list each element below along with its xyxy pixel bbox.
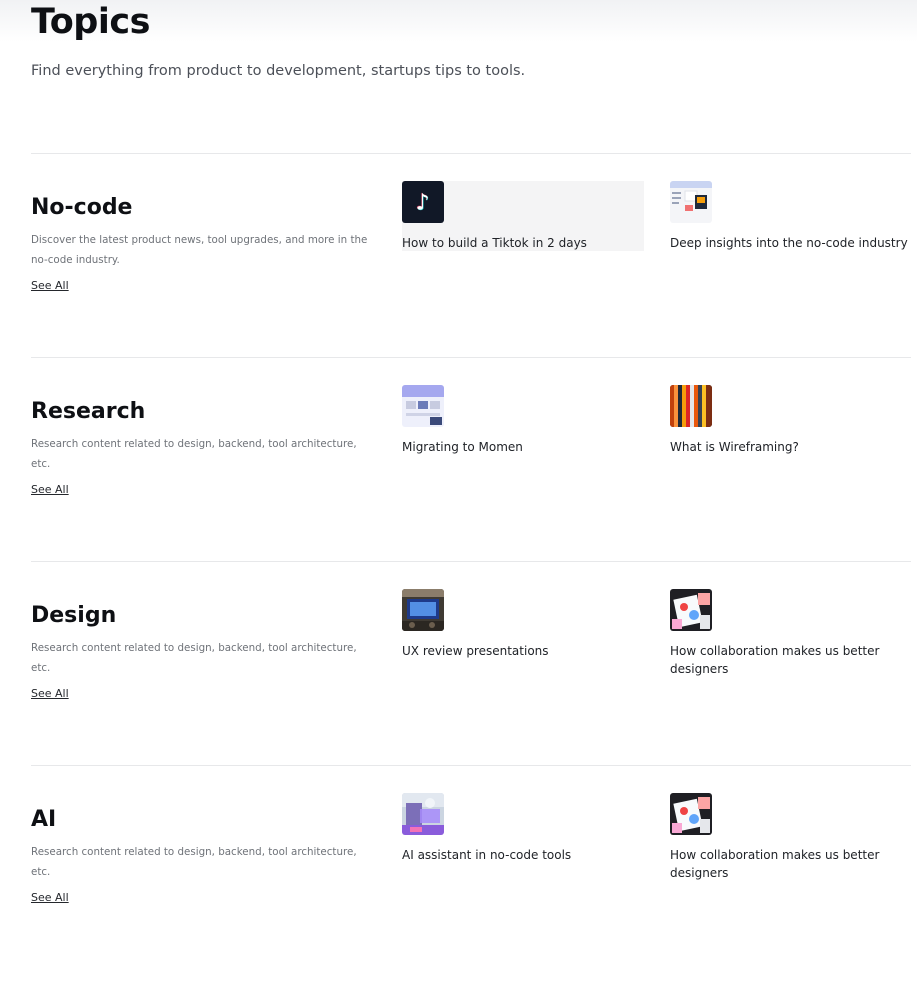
article-title: UX review presentations: [402, 644, 549, 658]
topic-section-research: Research Research content related to des…: [0, 385, 917, 579]
see-all-link[interactable]: See All: [31, 891, 69, 904]
section-description: Research content related to design, back…: [31, 438, 357, 470]
color-swatches-thumbnail: [670, 385, 712, 427]
topic-section-no-code: No-code Discover the latest product news…: [0, 181, 917, 375]
article-card[interactable]: ♪ ♪ ♪ How to build a Tiktok in 2 days: [402, 181, 644, 251]
presentation-thumbnail: [402, 589, 444, 631]
tiktok-icon: ♪ ♪ ♪: [402, 181, 444, 223]
section-divider: [31, 357, 911, 358]
section-divider: [31, 765, 911, 766]
article-card[interactable]: Deep insights into the no-code industry: [670, 181, 912, 251]
article-card[interactable]: How collaboration makes us better design…: [670, 793, 912, 880]
section-title: Research: [31, 399, 146, 424]
article-title: How collaboration makes us better design…: [670, 848, 880, 880]
see-all-link[interactable]: See All: [31, 483, 69, 496]
see-all-link[interactable]: See All: [31, 687, 69, 700]
section-description: Research content related to design, back…: [31, 846, 357, 878]
svg-text:♪: ♪: [415, 191, 429, 216]
ui-thumbnail: [402, 385, 444, 427]
dashboard-thumbnail: [670, 181, 712, 223]
topic-section-ai: AI Research content related to design, b…: [0, 793, 917, 987]
article-card[interactable]: UX review presentations: [402, 589, 644, 659]
article-title: How to build a Tiktok in 2 days: [402, 236, 587, 250]
collaboration-thumbnail: [670, 793, 712, 835]
page-title: Topics: [31, 2, 150, 42]
article-card[interactable]: How collaboration makes us better design…: [670, 589, 912, 676]
section-description: Discover the latest product news, tool u…: [31, 234, 368, 266]
topic-section-design: Design Research content related to desig…: [0, 589, 917, 783]
article-title: Migrating to Momen: [402, 440, 523, 454]
section-divider: [31, 561, 911, 562]
article-title: What is Wireframing?: [670, 440, 799, 454]
article-title: How collaboration makes us better design…: [670, 644, 880, 676]
article-title: AI assistant in no-code tools: [402, 848, 572, 862]
article-title: Deep insights into the no-code industry: [670, 236, 908, 250]
see-all-link[interactable]: See All: [31, 279, 69, 292]
section-title: AI: [31, 807, 57, 832]
article-card[interactable]: AI assistant in no-code tools: [402, 793, 644, 863]
section-description: Research content related to design, back…: [31, 642, 357, 674]
ai-assistant-thumbnail: [402, 793, 444, 835]
article-card[interactable]: What is Wireframing?: [670, 385, 912, 455]
section-divider: [31, 153, 911, 154]
page-subtitle: Find everything from product to developm…: [31, 63, 526, 79]
section-title: No-code: [31, 195, 133, 220]
article-card[interactable]: Migrating to Momen: [402, 385, 644, 455]
collaboration-thumbnail: [670, 589, 712, 631]
section-title: Design: [31, 603, 117, 628]
